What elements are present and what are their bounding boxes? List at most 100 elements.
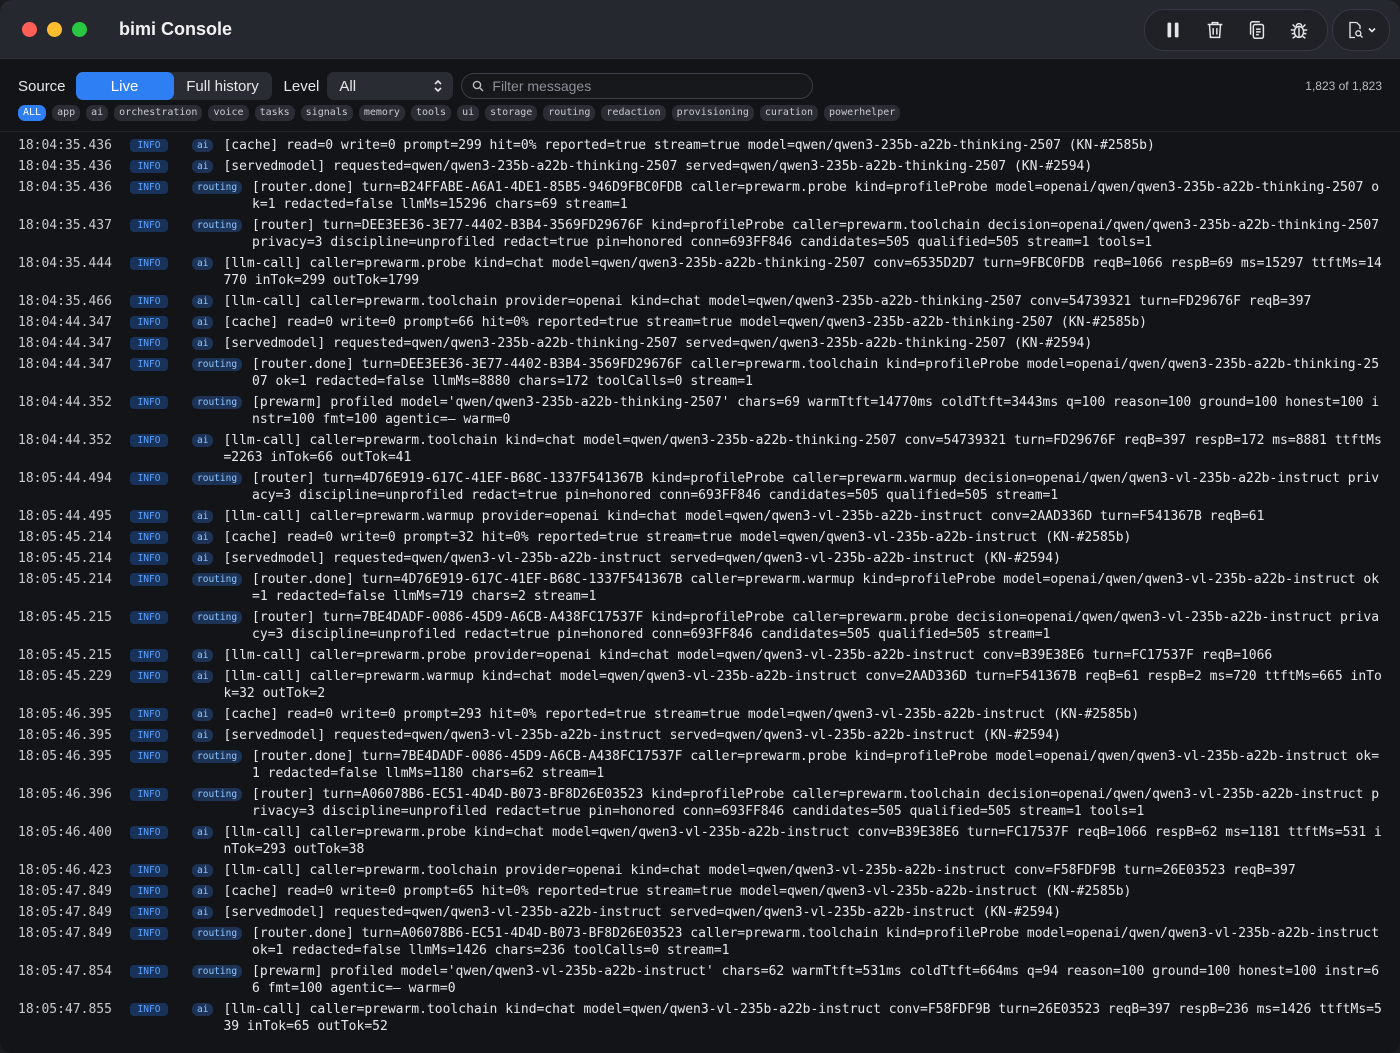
log-entry[interactable]: 18:05:46.395 INFO routing [router.done] tur… xyxy=(0,746,1400,784)
log-entry[interactable]: 18:05:46.400 INFO ai [llm-call] caller=prew… xyxy=(0,822,1400,860)
log-entry[interactable]: 18:05:47.849 INFO ai [cache] read=0 write=0… xyxy=(0,881,1400,902)
copy-button[interactable] xyxy=(1239,14,1275,46)
log-category-badge: ai xyxy=(192,257,214,270)
log-entry[interactable]: 18:05:45.215 INFO ai [llm-call] caller=prew… xyxy=(0,645,1400,666)
minimize-window-button[interactable] xyxy=(47,21,62,37)
log-category-badge: ai xyxy=(192,826,214,839)
log-entry[interactable]: 18:04:35.444 INFO ai [llm-call] caller=prew… xyxy=(0,253,1400,291)
category-chip-orchestration[interactable]: orchestration xyxy=(114,105,203,121)
source-label: Source xyxy=(18,77,66,95)
pause-icon xyxy=(1167,22,1179,38)
log-entry[interactable]: 18:05:44.495 INFO ai [llm-call] caller=prew… xyxy=(0,506,1400,527)
log-timestamp: 18:05:46.395 xyxy=(18,728,112,743)
log-category-badge: ai xyxy=(192,885,214,898)
console-window: bimi Console Source Live Full history Le… xyxy=(0,0,1400,1053)
source-history-button[interactable]: Full history xyxy=(174,72,272,100)
log-message: [router] turn=DEE3EE36-3E77-4402-B3B4-35… xyxy=(252,218,1387,250)
search-input[interactable] xyxy=(490,77,795,95)
log-entry[interactable]: 18:05:46.395 INFO ai [servedmodel] requeste… xyxy=(0,725,1400,746)
log-message: [router] turn=7BE4DADF-0086-45D9-A6CB-A4… xyxy=(252,610,1380,642)
log-entry[interactable]: 18:04:35.437 INFO routing [router] turn=DEE… xyxy=(0,215,1400,253)
log-entry[interactable]: 18:05:47.855 INFO ai [llm-call] caller=prew… xyxy=(0,999,1400,1037)
search-field[interactable] xyxy=(461,73,814,99)
log-entry[interactable]: 18:04:44.352 INFO ai [llm-call] caller=prew… xyxy=(0,430,1400,468)
log-level-badge: INFO xyxy=(130,906,168,919)
log-message: [llm-call] caller=prewarm.toolchain kind… xyxy=(223,433,1382,465)
category-chip-app[interactable]: app xyxy=(52,105,81,121)
category-chip-voice[interactable]: voice xyxy=(208,105,249,121)
category-chip-provisioning[interactable]: provisioning xyxy=(671,105,754,121)
log-category-badge: ai xyxy=(192,864,214,877)
log-category-badge: ai xyxy=(192,670,214,683)
log-entry[interactable]: 18:05:44.494 INFO routing [router] turn=4D7… xyxy=(0,468,1400,506)
log-timestamp: 18:05:46.423 xyxy=(18,863,112,878)
log-entry[interactable]: 18:04:44.352 INFO routing [prewarm] profile… xyxy=(0,392,1400,430)
log-entry[interactable]: 18:05:45.229 INFO ai [llm-call] caller=prew… xyxy=(0,666,1400,704)
log-entry[interactable]: 18:05:47.854 INFO routing [prewarm] profile… xyxy=(0,961,1400,999)
log-entry[interactable]: 18:04:44.347 INFO ai [cache] read=0 write=0… xyxy=(0,312,1400,333)
debug-button[interactable] xyxy=(1281,14,1317,46)
log-category-badge: routing xyxy=(192,750,243,763)
log-level-badge: INFO xyxy=(130,139,168,152)
log-category-badge: routing xyxy=(192,219,243,232)
zoom-window-button[interactable] xyxy=(72,21,87,37)
log-entry[interactable]: 18:05:45.214 INFO routing [router.done] tur… xyxy=(0,569,1400,607)
level-select[interactable]: All xyxy=(327,72,454,100)
pause-button[interactable] xyxy=(1155,14,1191,46)
log-category-badge: routing xyxy=(192,573,243,586)
log-menu-button[interactable] xyxy=(1332,9,1390,51)
category-chip-storage[interactable]: storage xyxy=(485,105,538,121)
log-entry[interactable]: 18:05:45.215 INFO routing [router] turn=7BE… xyxy=(0,607,1400,645)
log-message: [llm-call] caller=prewarm.warmup kind=ch… xyxy=(223,669,1382,701)
source-live-button[interactable]: Live xyxy=(75,72,174,100)
log-level-badge: INFO xyxy=(130,1003,168,1016)
log-entry[interactable]: 18:05:45.214 INFO ai [servedmodel] requeste… xyxy=(0,548,1400,569)
log-entry[interactable]: 18:05:47.849 INFO ai [servedmodel] requeste… xyxy=(0,902,1400,923)
log-timestamp: 18:05:45.214 xyxy=(18,572,112,587)
log-level-badge: INFO xyxy=(130,181,168,194)
log-timestamp: 18:05:46.400 xyxy=(18,825,112,840)
log-message: [router] turn=4D76E919-617C-41EF-B68C-13… xyxy=(252,471,1380,503)
log-level-badge: INFO xyxy=(130,573,168,586)
log-message: [cache] read=0 write=0 prompt=65 hit=0% … xyxy=(223,884,1132,899)
log-category-badge: ai xyxy=(192,906,214,919)
category-chip-tasks[interactable]: tasks xyxy=(254,105,295,121)
category-chip-signals[interactable]: signals xyxy=(300,105,353,121)
log-entry[interactable]: 18:04:35.436 INFO ai [servedmodel] requeste… xyxy=(0,156,1400,177)
clear-button[interactable] xyxy=(1197,14,1233,46)
category-chip-tools[interactable]: tools xyxy=(410,105,452,121)
log-level-badge: INFO xyxy=(130,510,168,523)
log-level-badge: INFO xyxy=(130,219,168,232)
log-entry[interactable]: 18:04:35.466 INFO ai [llm-call] caller=prew… xyxy=(0,291,1400,312)
log-entry[interactable]: 18:04:35.436 INFO ai [cache] read=0 write=0… xyxy=(0,135,1400,156)
log-entry[interactable]: 18:05:46.423 INFO ai [llm-call] caller=prew… xyxy=(0,860,1400,881)
log-entry[interactable]: 18:04:44.347 INFO routing [router.done] tur… xyxy=(0,354,1400,392)
category-chip-routing[interactable]: routing xyxy=(543,105,596,121)
category-chip-ui[interactable]: ui xyxy=(457,105,480,121)
log-entry[interactable]: 18:05:46.395 INFO ai [cache] read=0 write=0… xyxy=(0,704,1400,725)
close-window-button[interactable] xyxy=(22,21,37,37)
log-entry[interactable]: 18:04:44.347 INFO ai [servedmodel] requeste… xyxy=(0,333,1400,354)
category-chip-powerhelper[interactable]: powerhelper xyxy=(824,105,901,121)
log-timestamp: 18:04:44.352 xyxy=(18,433,112,448)
log-entry[interactable]: 18:05:47.849 INFO routing [router.done] tur… xyxy=(0,923,1400,961)
category-chips: ALL app ai orchestration voice tasks signals me… xyxy=(18,105,901,121)
log-level-badge: INFO xyxy=(130,864,168,877)
log-timestamp: 18:04:35.466 xyxy=(18,294,112,309)
log-category-badge: routing xyxy=(192,788,243,801)
log-entry[interactable]: 18:04:35.436 INFO routing [router.done] tur… xyxy=(0,177,1400,215)
log-message: [router] turn=A06078B6-EC51-4D4D-B073-BF… xyxy=(252,787,1380,819)
log-entry[interactable]: 18:05:45.214 INFO ai [cache] read=0 write=0… xyxy=(0,527,1400,548)
category-chip-ai[interactable]: ai xyxy=(86,105,109,121)
log-message: [prewarm] profiled model='qwen/qwen3-vl-… xyxy=(252,964,1380,996)
category-chip-all[interactable]: ALL xyxy=(18,105,47,121)
log-category-badge: routing xyxy=(192,358,243,371)
log-timestamp: 18:05:45.214 xyxy=(18,530,112,545)
category-chip-redaction[interactable]: redaction xyxy=(601,105,666,121)
log-level-badge: INFO xyxy=(130,788,168,801)
log-entry[interactable]: 18:05:46.396 INFO routing [router] turn=A06… xyxy=(0,784,1400,822)
log-message: [servedmodel] requested=qwen/qwen3-vl-23… xyxy=(223,905,1061,920)
log-level-badge: INFO xyxy=(130,295,168,308)
category-chip-memory[interactable]: memory xyxy=(358,105,405,121)
category-chip-curation[interactable]: curation xyxy=(759,105,819,121)
